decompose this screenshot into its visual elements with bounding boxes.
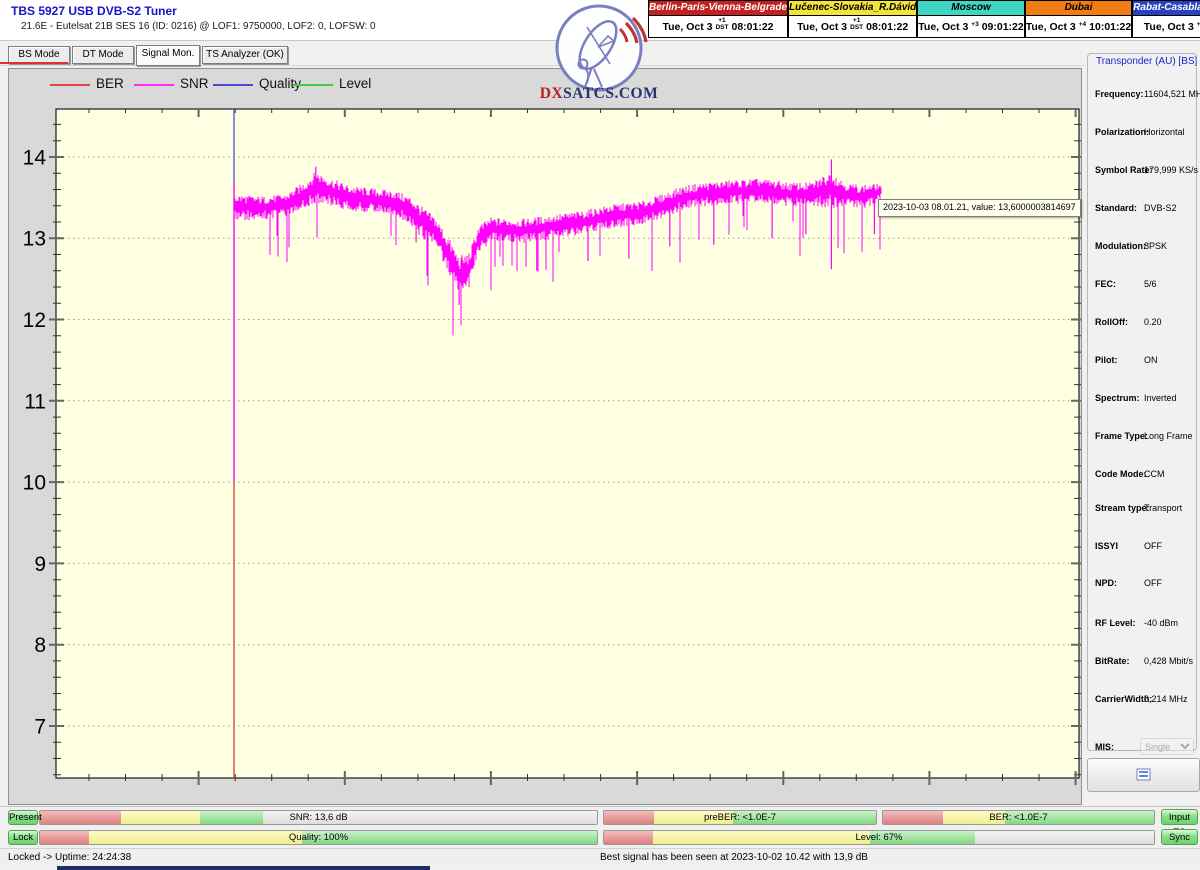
svg-text:8: 8 (34, 634, 46, 657)
lock-status-text: Locked -> Uptime: 24:24:38 (8, 852, 131, 863)
field-value: OFF (1144, 578, 1162, 588)
level-meter-label: Level: 67% (604, 831, 1154, 845)
ts-list-icon (1136, 768, 1152, 782)
logo-circle-icon (557, 6, 641, 90)
world-clocks: Berlin-Paris-Vienna-BelgradeTue, Oct 3+1… (648, 0, 1200, 42)
field-value: 5/6 (1144, 279, 1157, 289)
record-indicator (0, 62, 68, 64)
svg-text:7: 7 (34, 716, 46, 739)
quality-meter-label: Quality: 100% (40, 831, 597, 845)
field-label: Polarization: (1095, 127, 1149, 137)
chart-panel: BERSNRQualityLevel 7891011121314 2023-10… (8, 68, 1082, 805)
field-label: Modulation: (1095, 241, 1146, 251)
mis-label: MIS: (1095, 742, 1114, 752)
clock-city-label: Dubai (1025, 0, 1132, 15)
status-bar: Locked -> Uptime: 24:24:38 Best signal h… (0, 848, 1200, 867)
taskbar-strip (57, 866, 430, 870)
logo-text: DXSATCS.COM (540, 85, 658, 102)
tab-ts-analyzer-ok[interactable]: TS Analyzer (OK) (202, 46, 288, 64)
clock-1: Berlin-Paris-Vienna-BelgradeTue, Oct 3+1… (648, 0, 788, 42)
field-label: RollOff: (1095, 317, 1128, 327)
svg-text:10: 10 (23, 472, 46, 495)
clock-5: Rabat-Casablanca-LondonTue, Oct 3+107:01… (1132, 0, 1200, 42)
clock-time: Tue, Oct 3+309:01:22 (917, 15, 1024, 38)
tab-signal-mon[interactable]: Signal Mon. (136, 45, 200, 66)
clock-3: MoscowTue, Oct 3+309:01:22 (917, 0, 1024, 42)
ber-meter-label: BER: <1.0E-7 (883, 811, 1154, 825)
clock-city-label: Lučenec-Slovakia_R.Dávid (788, 0, 917, 15)
field-value: 179,999 KS/s (1144, 165, 1198, 175)
clock-2: Lučenec-Slovakia_R.DávidTue, Oct 3+1DST0… (788, 0, 917, 42)
field-value: 8PSK (1144, 241, 1167, 251)
field-label: Frequency: (1095, 89, 1144, 99)
clock-time: Tue, Oct 3+410:01:22 (1025, 15, 1132, 38)
app-window: TBS 5927 USB DVB-S2 Tuner 21.6E - Eutels… (0, 0, 1200, 870)
field-label: Pilot: (1095, 355, 1118, 365)
field-label: NPD: (1095, 578, 1117, 588)
svg-text:14: 14 (23, 147, 47, 170)
quality-meter: Quality: 100% (39, 830, 598, 845)
field-value: Inverted (1144, 393, 1177, 403)
dxsatcs-logo: DXSATCS.COM (540, 3, 658, 105)
clock-time: Tue, Oct 3+1DST08:01:22 (648, 15, 788, 38)
field-value: DVB-S2 (1144, 203, 1177, 213)
sync-ts-button[interactable]: Sync TS (1161, 829, 1198, 845)
snr-meter-label: SNR: 13,6 dB (40, 811, 597, 825)
svg-text:13: 13 (23, 228, 46, 251)
field-label: Standard: (1095, 203, 1137, 213)
field-label: Code Mode: (1095, 469, 1147, 479)
preber-meter-label: preBER: <1.0E-7 (604, 811, 876, 825)
field-value: Transport (1144, 503, 1182, 513)
present-button[interactable]: Present (8, 810, 38, 825)
clock-city-label: Moscow (917, 0, 1024, 15)
best-signal-text: Best signal has been seen at 2023-10-02 … (600, 852, 868, 863)
field-value: -40 dBm (1144, 618, 1178, 628)
transponder-groupbox: Transponder (AU) [BS] Frequency:11604,52… (1087, 53, 1197, 751)
transponder-panel: Transponder (AU) [BS] Frequency:11604,52… (1085, 45, 1200, 805)
field-label: FEC: (1095, 279, 1116, 289)
preber-meter: preBER: <1.0E-7 (603, 810, 877, 825)
field-label: Frame Type: (1095, 431, 1148, 441)
field-value: 0,214 MHz (1144, 694, 1188, 704)
chart-tooltip: 2023-10-03 08.01.21, value: 13,600000381… (878, 199, 1081, 217)
field-value: Long Frame (1144, 431, 1193, 441)
svg-text:9: 9 (34, 553, 46, 576)
field-value: OFF (1144, 541, 1162, 551)
field-value: CCM (1144, 469, 1165, 479)
clock-city-label: Berlin-Paris-Vienna-Belgrade (648, 0, 788, 15)
field-label: BitRate: (1095, 656, 1130, 666)
field-value: ON (1144, 355, 1158, 365)
lock-button[interactable]: Lock (8, 830, 38, 845)
clock-4: DubaiTue, Oct 3+410:01:22 (1025, 0, 1132, 42)
window-subtitle: 21.6E - Eutelsat 21B SES 16 (ID: 0216) @… (21, 21, 376, 32)
transponder-title: Transponder (AU) [BS] (1093, 56, 1200, 67)
window-title: TBS 5927 USB DVB-S2 Tuner (11, 4, 177, 18)
field-label: Spectrum: (1095, 393, 1140, 403)
ber-meter: BER: <1.0E-7 (882, 810, 1155, 825)
level-meter: Level: 67% (603, 830, 1155, 845)
field-label: Stream type: (1095, 503, 1150, 513)
field-label: RF Level: (1095, 618, 1136, 628)
field-label: ISSYI (1095, 541, 1118, 551)
tab-dt-mode[interactable]: DT Mode (72, 46, 134, 64)
field-value: Horizontal (1144, 127, 1185, 137)
field-value: 0.20 (1144, 317, 1162, 327)
divider (0, 806, 1200, 807)
clock-time: Tue, Oct 3+107:01:22 (1132, 15, 1200, 38)
svg-text:11: 11 (24, 390, 46, 413)
mis-select[interactable]: Single (1140, 738, 1194, 755)
input-ts-button[interactable]: Input TS (1161, 809, 1198, 825)
svg-text:12: 12 (23, 309, 46, 332)
signal-chart[interactable]: 7 8 9 10 11 12 13 14 (9, 69, 1081, 804)
ts-list-button[interactable] (1087, 758, 1200, 792)
field-value: 11604,521 MHz (1144, 89, 1200, 99)
clock-time: Tue, Oct 3+1DST08:01:22 (788, 15, 917, 38)
snr-meter: SNR: 13,6 dB (39, 810, 598, 825)
field-value: 0,428 Mbit/s (1144, 656, 1193, 666)
clock-city-label: Rabat-Casablanca-London (1132, 0, 1200, 15)
